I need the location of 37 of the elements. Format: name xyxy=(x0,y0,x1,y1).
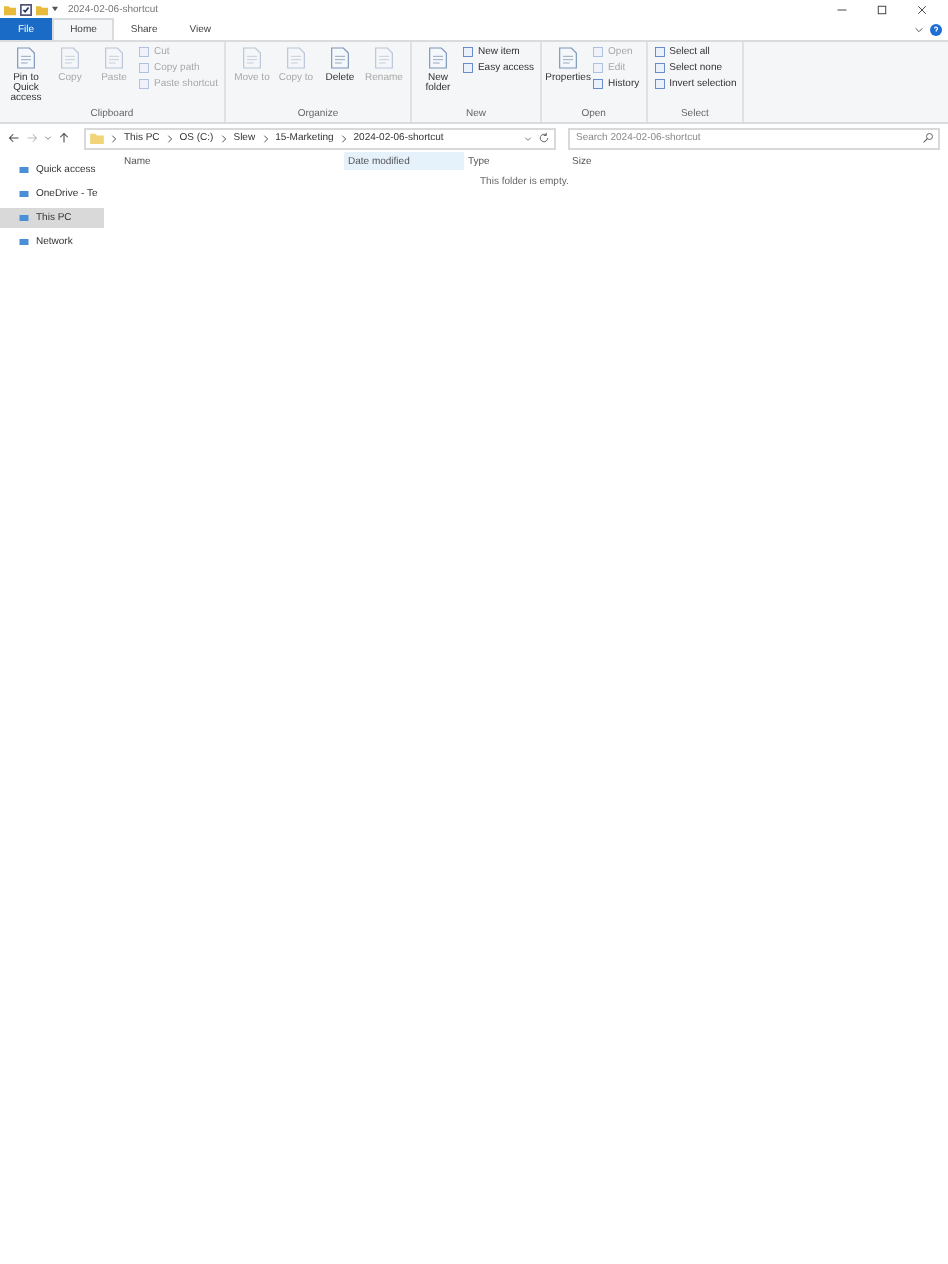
chevron-icon[interactable] xyxy=(261,133,270,143)
chevron-icon[interactable] xyxy=(165,133,174,143)
document-icon xyxy=(241,46,262,70)
square-icon xyxy=(138,62,150,74)
square-icon xyxy=(653,78,666,90)
expand-icon[interactable] xyxy=(914,25,924,33)
close-icon[interactable] xyxy=(916,3,928,15)
chevron-icon[interactable] xyxy=(219,133,228,143)
square-icon xyxy=(461,46,474,58)
search-icon xyxy=(922,132,934,144)
square-icon xyxy=(461,62,474,74)
document-icon xyxy=(427,46,448,70)
folder-icon xyxy=(90,132,104,144)
document-icon xyxy=(104,46,124,70)
square-icon xyxy=(592,62,605,74)
document-icon xyxy=(60,46,80,70)
up-arrow-icon[interactable] xyxy=(58,132,70,144)
square-icon xyxy=(653,46,666,58)
back-arrow-icon[interactable] xyxy=(8,132,20,144)
maximize-icon[interactable] xyxy=(876,3,888,15)
minimize-icon[interactable] xyxy=(836,3,848,15)
square-icon xyxy=(592,78,605,90)
document-icon xyxy=(373,46,394,70)
chevron-icon[interactable] xyxy=(110,133,118,143)
document-icon xyxy=(16,46,36,70)
document-icon xyxy=(558,46,579,70)
refresh-icon[interactable] xyxy=(538,132,550,144)
caret-icon[interactable] xyxy=(52,6,58,12)
document-icon xyxy=(285,46,306,70)
checkbox-icon[interactable] xyxy=(20,3,32,15)
help-icon[interactable] xyxy=(930,23,942,35)
document-icon xyxy=(329,46,350,70)
chevron-icon[interactable] xyxy=(339,133,348,143)
square-icon xyxy=(138,46,150,58)
square-icon xyxy=(138,78,150,90)
square-icon xyxy=(592,46,605,58)
square-icon xyxy=(653,62,666,74)
